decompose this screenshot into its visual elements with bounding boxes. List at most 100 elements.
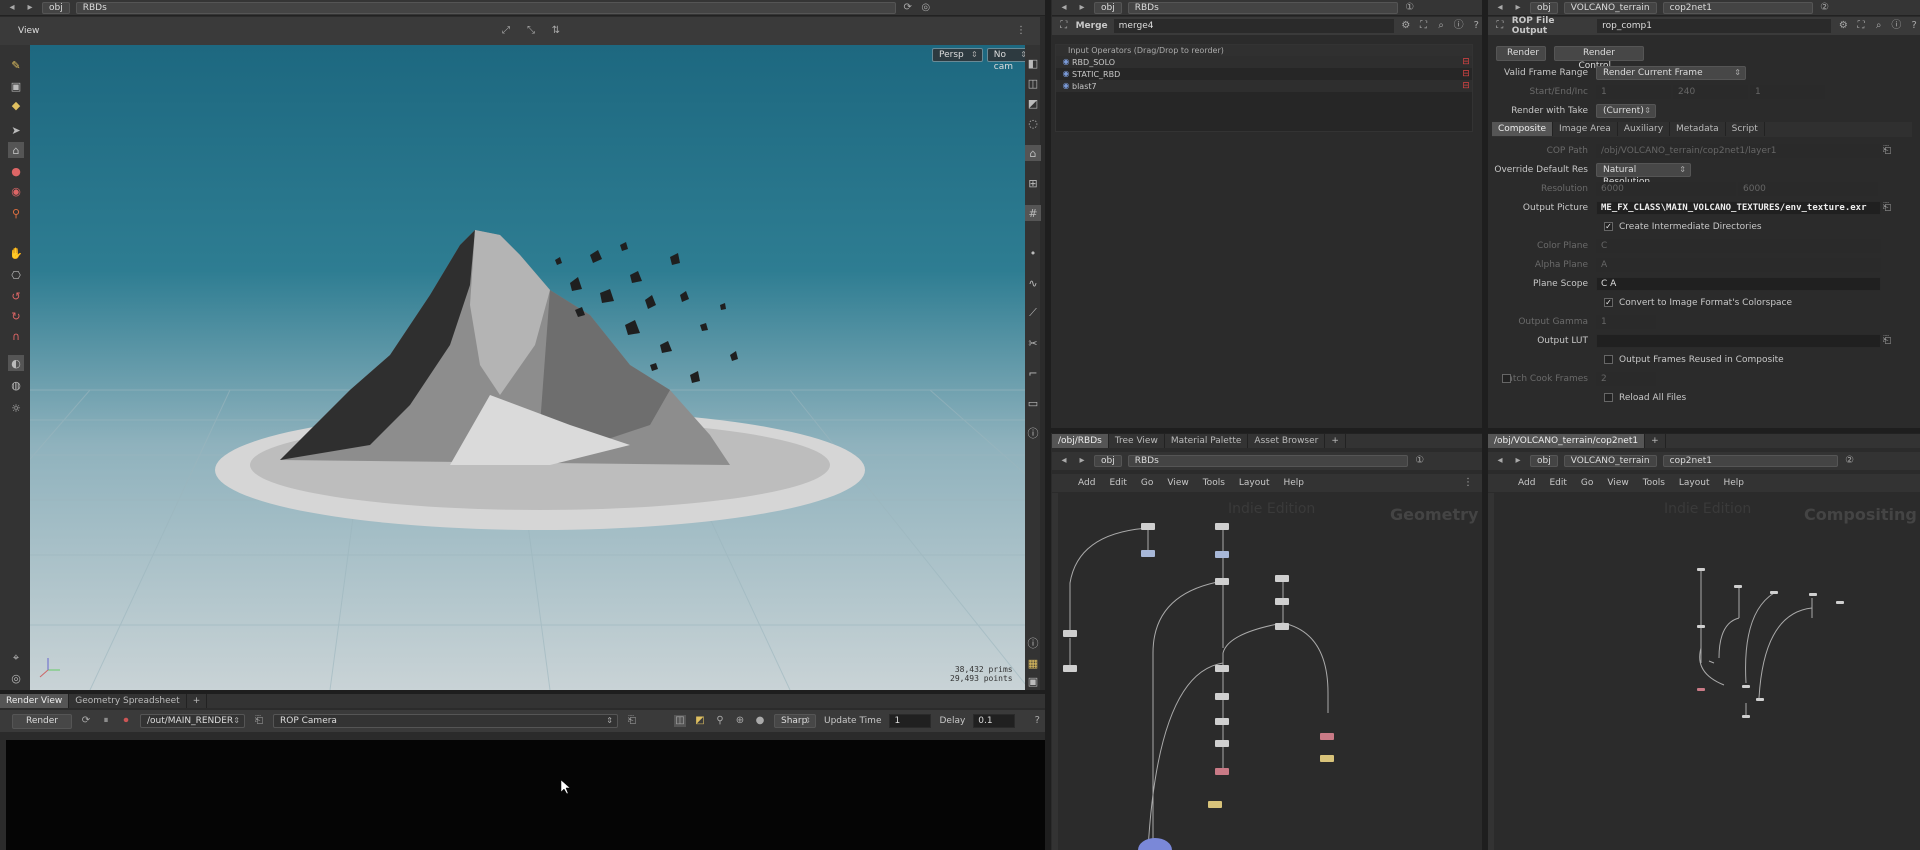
path-crumb-volcano[interactable]: VOLCANO_terrain: [1563, 455, 1657, 467]
menu-view[interactable]: View: [1607, 478, 1628, 488]
viewport-tab-label[interactable]: View: [18, 26, 39, 36]
path-crumb-obj[interactable]: obj: [1530, 455, 1558, 467]
update-time-field[interactable]: 1: [889, 714, 932, 728]
add-tab-button[interactable]: +: [1325, 434, 1346, 448]
end-frame-field[interactable]: 240: [1673, 84, 1748, 99]
refresh-icon[interactable]: ⟳: [80, 715, 92, 727]
inc-frame-field[interactable]: 1: [1750, 84, 1825, 99]
network-node[interactable]: [1215, 740, 1229, 747]
info-icon[interactable]: ⓘ: [1025, 425, 1041, 441]
help-icon[interactable]: ?: [1470, 20, 1482, 32]
forward-arrow-icon[interactable]: ▸: [24, 2, 36, 14]
lock-view-icon[interactable]: ⓘ: [1025, 635, 1041, 651]
reload-files-checkbox[interactable]: [1604, 393, 1613, 402]
display-option-icon[interactable]: ◧: [1025, 55, 1041, 71]
batch-cook-checkbox[interactable]: [1502, 374, 1511, 383]
start-frame-field[interactable]: 1: [1596, 84, 1671, 99]
file-browse-icon[interactable]: ⎗: [1881, 202, 1893, 214]
menu-tools[interactable]: Tools: [1203, 478, 1225, 488]
light-icon[interactable]: ☼: [8, 400, 24, 416]
render-control-button[interactable]: Render Control...: [1554, 45, 1644, 71]
tab-material-palette[interactable]: Material Palette: [1165, 434, 1249, 448]
info-icon[interactable]: ⓘ: [1453, 20, 1465, 32]
back-arrow-icon[interactable]: ◂: [1494, 455, 1506, 467]
brush-tool-icon[interactable]: ◆: [8, 97, 24, 113]
menu-add[interactable]: Add: [1078, 478, 1095, 488]
input-drag-icon[interactable]: ◉: [1060, 68, 1072, 80]
cop-path-field[interactable]: /obj/VOLCANO_terrain/cop2net1/layer1: [1596, 143, 1881, 158]
exposure-icon[interactable]: ●: [754, 715, 766, 727]
rop-render-button[interactable]: Render: [1496, 45, 1546, 61]
output-lut-field[interactable]: [1596, 333, 1881, 348]
move-tool-icon[interactable]: ▣: [8, 78, 24, 94]
remove-input-icon[interactable]: ⊟: [1460, 56, 1472, 68]
magnet-icon[interactable]: ◉: [8, 183, 24, 199]
network-right-canvas[interactable]: Indie Edition Compositing: [1494, 493, 1920, 850]
menu-tools[interactable]: Tools: [1643, 478, 1665, 488]
menu-go[interactable]: Go: [1581, 478, 1593, 488]
tab-obj-rbds[interactable]: /obj/RBDs: [1052, 434, 1109, 448]
network-node[interactable]: [1063, 665, 1077, 672]
render-button[interactable]: Render: [12, 713, 72, 729]
network-left-canvas[interactable]: Indie Edition Geometry: [1058, 493, 1482, 850]
cop-node[interactable]: [1697, 568, 1705, 571]
stop-icon[interactable]: ⏺: [120, 715, 132, 727]
path-crumb-rbds[interactable]: RBDs: [1127, 1, 1398, 14]
back-arrow-icon[interactable]: ◂: [1058, 455, 1070, 467]
network-node[interactable]: [1215, 718, 1229, 725]
zoom-icon[interactable]: ⊕: [734, 715, 746, 727]
tab-image-area[interactable]: Image Area: [1553, 122, 1618, 136]
output-picture-field[interactable]: ME_FX_CLASS\MAIN_VOLCANO_TEXTURES/env_te…: [1596, 200, 1881, 215]
path-crumb-obj[interactable]: obj: [1530, 1, 1558, 14]
lock-icon[interactable]: ⌂: [8, 142, 24, 158]
path-crumb-obj[interactable]: obj: [42, 1, 70, 14]
alpha-plane-field[interactable]: A: [1596, 257, 1881, 272]
visibility-icon[interactable]: ◐: [8, 355, 24, 371]
frame-icon[interactable]: ⊞: [1025, 175, 1041, 191]
convert-colorspace-checkbox[interactable]: ✓: [1604, 298, 1613, 307]
path-crumb-obj[interactable]: obj: [1094, 455, 1122, 467]
network-node[interactable]: [1063, 630, 1077, 637]
search-icon[interactable]: ⌕: [1435, 20, 1447, 32]
path-crumb-cop2net[interactable]: cop2net1: [1662, 1, 1813, 14]
network-node[interactable]: [1215, 768, 1229, 775]
preview-icon[interactable]: ◩: [694, 715, 706, 727]
resolution-y-field[interactable]: 6000: [1738, 181, 1878, 196]
network-node[interactable]: [1320, 733, 1334, 740]
slope-icon[interactable]: ⟋: [1025, 305, 1041, 321]
bracket-icon[interactable]: ⌐: [1025, 365, 1041, 381]
back-arrow-icon[interactable]: ◂: [1494, 2, 1506, 14]
curve-icon[interactable]: ∿: [1025, 275, 1041, 291]
merge-node-name[interactable]: merge4: [1113, 19, 1395, 33]
back-arrow-icon[interactable]: ◂: [1058, 2, 1070, 14]
select-tool-icon[interactable]: ✎: [8, 57, 24, 73]
pane-link-icon[interactable]: ①: [1414, 455, 1426, 467]
menu-edit[interactable]: Edit: [1549, 478, 1566, 488]
rop-select-icon[interactable]: ⎗: [253, 715, 265, 727]
forward-arrow-icon[interactable]: ▸: [1076, 2, 1088, 14]
menu-help[interactable]: Help: [1724, 478, 1745, 488]
cop-node[interactable]: [1697, 688, 1705, 691]
output-frames-reused-checkbox[interactable]: [1604, 355, 1613, 364]
render-with-take-menu[interactable]: (Current): [1596, 103, 1656, 118]
merge-input-row[interactable]: ◉ STATIC_RBD ⊟: [1056, 68, 1472, 80]
tab-metadata[interactable]: Metadata: [1670, 122, 1726, 136]
ghost-icon[interactable]: ◌: [1025, 115, 1041, 131]
lens-icon[interactable]: ◎: [8, 670, 24, 686]
path-crumb-cop2net[interactable]: cop2net1: [1662, 455, 1838, 467]
cut-icon[interactable]: ✂: [1025, 335, 1041, 351]
sphere-icon[interactable]: ◍: [8, 377, 24, 393]
cop-node[interactable]: [1742, 715, 1750, 718]
remove-input-icon[interactable]: ⊟: [1460, 68, 1472, 80]
search-icon[interactable]: ⌕: [1873, 20, 1885, 32]
grid-view-icon[interactable]: ▦: [1025, 655, 1041, 671]
cop-path-picker-icon[interactable]: ⎗: [1881, 145, 1893, 157]
menu-go[interactable]: Go: [1141, 478, 1153, 488]
info-icon[interactable]: ⓘ: [1891, 20, 1903, 32]
override-res-menu[interactable]: Natural Resolution: [1596, 162, 1691, 187]
network-node[interactable]: [1215, 551, 1229, 558]
align-icon[interactable]: ⇅: [550, 25, 562, 37]
camera-select-menu[interactable]: ROP Camera: [273, 714, 618, 728]
gear-icon[interactable]: ⚙: [1400, 20, 1412, 32]
network-node[interactable]: [1141, 550, 1155, 557]
